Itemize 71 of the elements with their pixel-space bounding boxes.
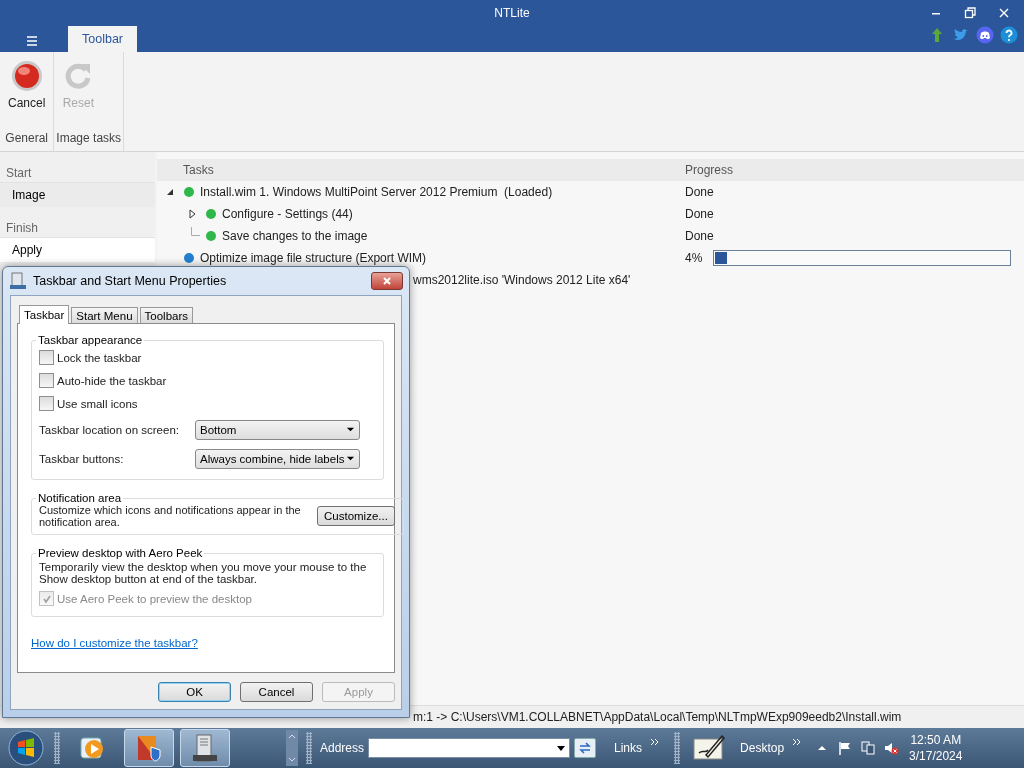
toolbar-label: Links xyxy=(614,741,643,755)
dropdown[interactable]: Always combine, hide labels xyxy=(195,448,360,469)
sidebar-item[interactable]: Image xyxy=(0,183,155,207)
ribbon-tab[interactable]: Toolbar xyxy=(68,26,137,52)
description-text: Temporarily view the desktop when you move your mouse to the Show desktop button at end of the taskbar. xyxy=(39,561,368,585)
clock-time[interactable]: 12:50 AM xyxy=(910,732,962,748)
field-label: Taskbar buttons: xyxy=(39,452,125,465)
cancel-button[interactable]: Cancel xyxy=(2,56,52,131)
dialog-button[interactable]: OK xyxy=(158,682,231,702)
checkbox[interactable] xyxy=(39,350,54,365)
stop-icon xyxy=(10,60,43,92)
network-icon[interactable] xyxy=(860,740,877,756)
checkbox-label: Auto-hide the taskbar xyxy=(57,374,167,387)
address-field[interactable] xyxy=(368,738,571,758)
column-header: Tasks xyxy=(182,163,215,177)
progress-text: Done xyxy=(685,185,713,199)
status-text: m:1 -> C:\Users\VM1.COLLABNET\AppData\Local\Temp\NLTmpWExp909eedb2\Install.wim xyxy=(413,710,902,724)
taskbar-window-icon xyxy=(9,272,27,290)
server-icon xyxy=(190,733,220,763)
toolbar-label: Desktop xyxy=(740,741,785,755)
dropdown-arrow-icon xyxy=(346,425,355,434)
sidebar-item[interactable]: Apply xyxy=(0,238,155,262)
progress-text: Done xyxy=(685,229,713,243)
chevron-icon[interactable] xyxy=(792,737,803,747)
close-button[interactable] xyxy=(371,272,403,290)
description-text: Customize which icons and notifications appear in the notification area. xyxy=(39,504,302,528)
checkbox[interactable] xyxy=(39,396,54,411)
group-title: Notification area xyxy=(37,492,123,504)
tree-line xyxy=(191,227,200,236)
group-title: Taskbar appearance xyxy=(37,334,144,346)
scroll-arrows-icon[interactable] xyxy=(286,730,298,766)
dialog-button[interactable]: Cancel xyxy=(240,682,313,702)
swap-arrows-icon xyxy=(577,740,594,756)
checkbox-label: Use small icons xyxy=(57,397,138,410)
window-title: NTLite xyxy=(494,6,530,20)
checkbox-label: Use Aero Peek to preview the desktop xyxy=(57,592,252,605)
column-header: Progress xyxy=(685,163,735,177)
dialog-title: Taskbar and Start Menu Properties xyxy=(33,274,227,288)
toolbar-label: Address xyxy=(320,741,365,755)
progress-text: Done xyxy=(685,207,713,221)
volume-muted-icon[interactable] xyxy=(883,740,900,756)
chat-icon[interactable] xyxy=(976,26,994,44)
checkbox-label: Lock the taskbar xyxy=(57,351,142,364)
dialog-tab[interactable]: Taskbar xyxy=(19,305,70,324)
task-text: Configure - Settings (44) xyxy=(222,207,353,221)
dropdown[interactable]: Bottom xyxy=(195,419,360,440)
clock-date[interactable]: 3/17/2024 xyxy=(909,748,963,764)
task-text: Optimize image file structure (Export WIM) xyxy=(200,251,427,265)
go-button[interactable] xyxy=(574,738,597,758)
dropdown-arrow-icon xyxy=(346,454,355,463)
group-label: Image tasks xyxy=(56,131,122,147)
taskbar-button[interactable] xyxy=(180,729,230,767)
check-icon xyxy=(41,593,52,604)
help-link[interactable]: How do I customize the taskbar? xyxy=(31,637,198,649)
group-label: General xyxy=(4,131,50,147)
dialog-tab[interactable]: Start Menu xyxy=(71,307,138,323)
pen-tablet-icon[interactable] xyxy=(692,733,727,763)
group-title: Preview desktop with Aero Peek xyxy=(37,547,204,559)
dialog-tab[interactable]: Toolbars xyxy=(139,307,193,323)
task-text: wms2012lite.iso 'Windows 2012 Lite x64' xyxy=(413,273,631,287)
close-icon xyxy=(381,275,393,287)
help-icon[interactable] xyxy=(1000,26,1018,44)
checkbox[interactable] xyxy=(39,373,54,388)
task-text: Install.wim 1. Windows MultiPoint Server 2012 Premium (Loaded) xyxy=(200,185,553,199)
progress-text: 4% xyxy=(685,251,704,265)
start-orb-icon[interactable] xyxy=(6,728,46,768)
customize-button[interactable]: Customize... xyxy=(317,506,395,526)
chevron-icon[interactable] xyxy=(650,737,661,747)
taskbar-button[interactable] xyxy=(124,729,174,767)
field-label: Taskbar location on screen: xyxy=(39,423,180,436)
task-text: Save changes to the image xyxy=(222,229,368,243)
